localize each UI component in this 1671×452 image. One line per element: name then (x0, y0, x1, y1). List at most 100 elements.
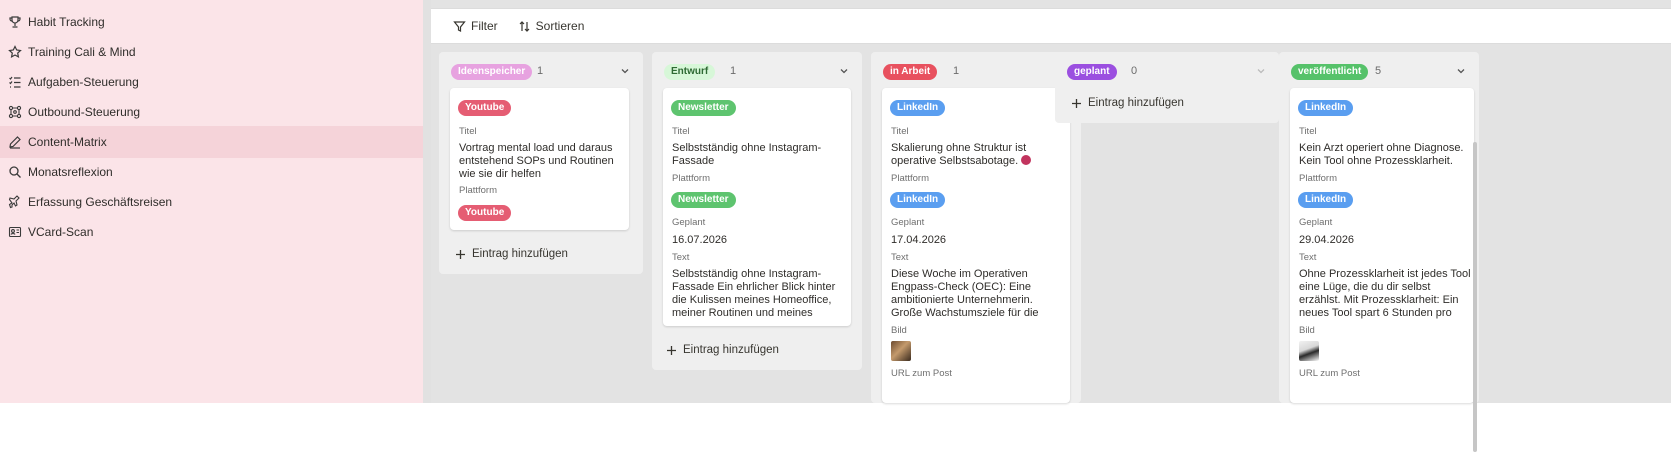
sidebar-item-label: Outbound-Steuerung (28, 105, 141, 119)
column-header[interactable]: veröffentlicht 5 (1279, 52, 1479, 88)
sidebar-item-content-matrix[interactable]: Content-Matrix (0, 126, 423, 158)
add-entry-label: Eintrag hinzufügen (1088, 97, 1184, 109)
field-label-geplant: Geplant (672, 217, 706, 228)
column-header[interactable]: in Arbeit 1 (871, 52, 1081, 88)
trophy-icon (8, 15, 22, 29)
chevron-down-icon[interactable] (619, 65, 631, 77)
field-label-plattform: Plattform (1299, 173, 1338, 184)
field-label-titel: Titel (891, 126, 909, 137)
sidebar-item-monatsreflexion[interactable]: Monatsreflexion (0, 156, 423, 188)
sidebar-item-vcard-scan[interactable]: VCard-Scan (0, 216, 423, 248)
column-tag: veröffentlicht (1291, 64, 1369, 80)
plus-icon (1072, 98, 1081, 108)
network-icon (8, 105, 22, 119)
sort-button[interactable]: Sortieren (518, 19, 584, 33)
field-label-geplant: Geplant (1299, 217, 1333, 228)
field-label-titel: Titel (1299, 126, 1317, 137)
filter-button[interactable]: Filter (453, 19, 498, 33)
sidebar-item-aufgaben[interactable]: Aufgaben-Steuerung (0, 66, 423, 98)
column-header[interactable]: Ideenspeicher 1 (439, 52, 643, 88)
board-card[interactable]: Newsletter Titel Selbstständig ohne Inst… (663, 88, 851, 326)
column-count: 1 (537, 65, 544, 77)
panel-divider[interactable] (423, 0, 431, 403)
card-title: Vortrag mental load und daraus entstehen… (459, 142, 614, 180)
board-area: Filter Sortieren Ideenspeicher 1 Youtube… (431, 0, 1671, 452)
field-label-bild: Bild (1299, 325, 1315, 336)
board-column-geplant: geplant 0 Eintrag hinzufügen (1055, 52, 1279, 123)
platform-tag: LinkedIn (1298, 100, 1354, 116)
field-label-geplant: Geplant (891, 217, 925, 228)
add-entry-label: Eintrag hinzufügen (472, 248, 568, 260)
field-label-plattform: Plattform (672, 173, 711, 184)
card-title-text: Skalierung ohne Struktur ist operative S… (891, 142, 1027, 167)
board-card[interactable]: LinkedIn Titel Kein Arzt operiert ohne D… (1290, 88, 1474, 403)
field-label-text: Text (891, 252, 909, 263)
toolbar: Filter Sortieren (431, 8, 1671, 44)
board-card[interactable]: LinkedIn Titel Skalierung ohne Struktur … (882, 88, 1070, 403)
sidebar: Habit Tracking Training Cali & Mind Aufg… (0, 0, 423, 403)
sidebar-item-label: Habit Tracking (28, 15, 105, 29)
plus-icon (667, 345, 676, 355)
add-entry-button[interactable]: Eintrag hinzufügen (455, 248, 568, 260)
column-count: 1 (730, 65, 737, 77)
sidebar-item-label: Monatsreflexion (28, 165, 113, 179)
sidebar-item-label: VCard-Scan (28, 225, 94, 239)
sidebar-item-habit-tracking[interactable]: Habit Tracking (0, 6, 423, 38)
column-scrollbar[interactable] (1473, 142, 1477, 452)
column-count: 5 (1375, 65, 1382, 77)
chevron-down-icon[interactable] (838, 65, 850, 77)
board-column-veroeffentlicht: veröffentlicht 5 LinkedIn Titel Kein Arz… (1279, 52, 1479, 452)
board-column-entwurf: Entwurf 1 Newsletter Titel Selbstständig… (652, 52, 862, 370)
field-label-plattform: Plattform (891, 173, 930, 184)
platform-value-tag: LinkedIn (890, 192, 946, 208)
id-card-icon (8, 225, 22, 239)
post-image-thumbnail[interactable] (891, 341, 911, 361)
chevron-down-icon[interactable] (1455, 65, 1467, 77)
planned-date: 16.07.2026 (672, 234, 728, 246)
post-image-thumbnail[interactable] (1299, 341, 1319, 361)
board-column-ideenspeicher: Ideenspeicher 1 Youtube Titel Vortrag me… (439, 52, 643, 274)
planned-date: 17.04.2026 (891, 234, 947, 246)
column-tag: Entwurf (664, 64, 716, 80)
sidebar-item-outbound[interactable]: Outbound-Steuerung (0, 96, 423, 128)
column-tag: Ideenspeicher (451, 64, 533, 80)
filter-label: Filter (471, 19, 498, 33)
field-label-titel: Titel (672, 126, 690, 137)
add-entry-button[interactable]: Eintrag hinzufügen (1071, 97, 1184, 109)
star-icon (8, 45, 22, 59)
card-title: Skalierung ohne Struktur ist operative S… (891, 142, 1041, 168)
platform-tag: LinkedIn (890, 100, 946, 116)
planned-date: 29.04.2026 (1299, 234, 1355, 246)
checklist-icon (8, 75, 22, 89)
pen-icon (8, 135, 22, 149)
field-label-text: Text (1299, 252, 1317, 263)
plus-icon (456, 249, 465, 259)
column-count: 1 (953, 65, 960, 77)
column-tag: in Arbeit (883, 64, 938, 80)
add-entry-button[interactable]: Eintrag hinzufügen (666, 344, 779, 356)
field-label-url: URL zum Post (1299, 368, 1360, 379)
card-text: Selbstständig ohne Instagram-Fassade Ein… (672, 268, 836, 319)
card-text: Ohne Prozessklarheit ist jedes Tool eine… (1299, 268, 1471, 319)
board-card[interactable]: Youtube Titel Vortrag mental load und da… (450, 88, 629, 230)
platform-tag: Youtube (458, 100, 512, 116)
sidebar-item-training[interactable]: Training Cali & Mind (0, 36, 423, 68)
platform-value-tag: Youtube (458, 205, 512, 221)
column-header[interactable]: geplant 0 (1055, 52, 1279, 88)
card-text: Diese Woche im Operativen Engpass-Check … (891, 268, 1039, 319)
chevron-down-icon[interactable] (1255, 65, 1267, 77)
sidebar-item-label: Aufgaben-Steuerung (28, 75, 139, 89)
column-tag: geplant (1067, 64, 1117, 80)
column-header[interactable]: Entwurf 1 (652, 52, 862, 88)
sidebar-item-label: Content-Matrix (28, 135, 107, 149)
platform-value-tag: LinkedIn (1298, 192, 1354, 208)
sidebar-item-label: Erfassung Geschäftsreisen (28, 195, 173, 209)
field-label-text: Text (672, 252, 690, 263)
plane-icon (8, 195, 22, 209)
status-dot-icon (1021, 155, 1032, 165)
platform-value-tag: Newsletter (671, 192, 736, 208)
column-count: 0 (1131, 65, 1138, 77)
sidebar-item-geschaeftsreisen[interactable]: Erfassung Geschäftsreisen (0, 186, 423, 218)
field-label-url: URL zum Post (891, 368, 952, 379)
field-label-plattform: Plattform (459, 185, 498, 196)
